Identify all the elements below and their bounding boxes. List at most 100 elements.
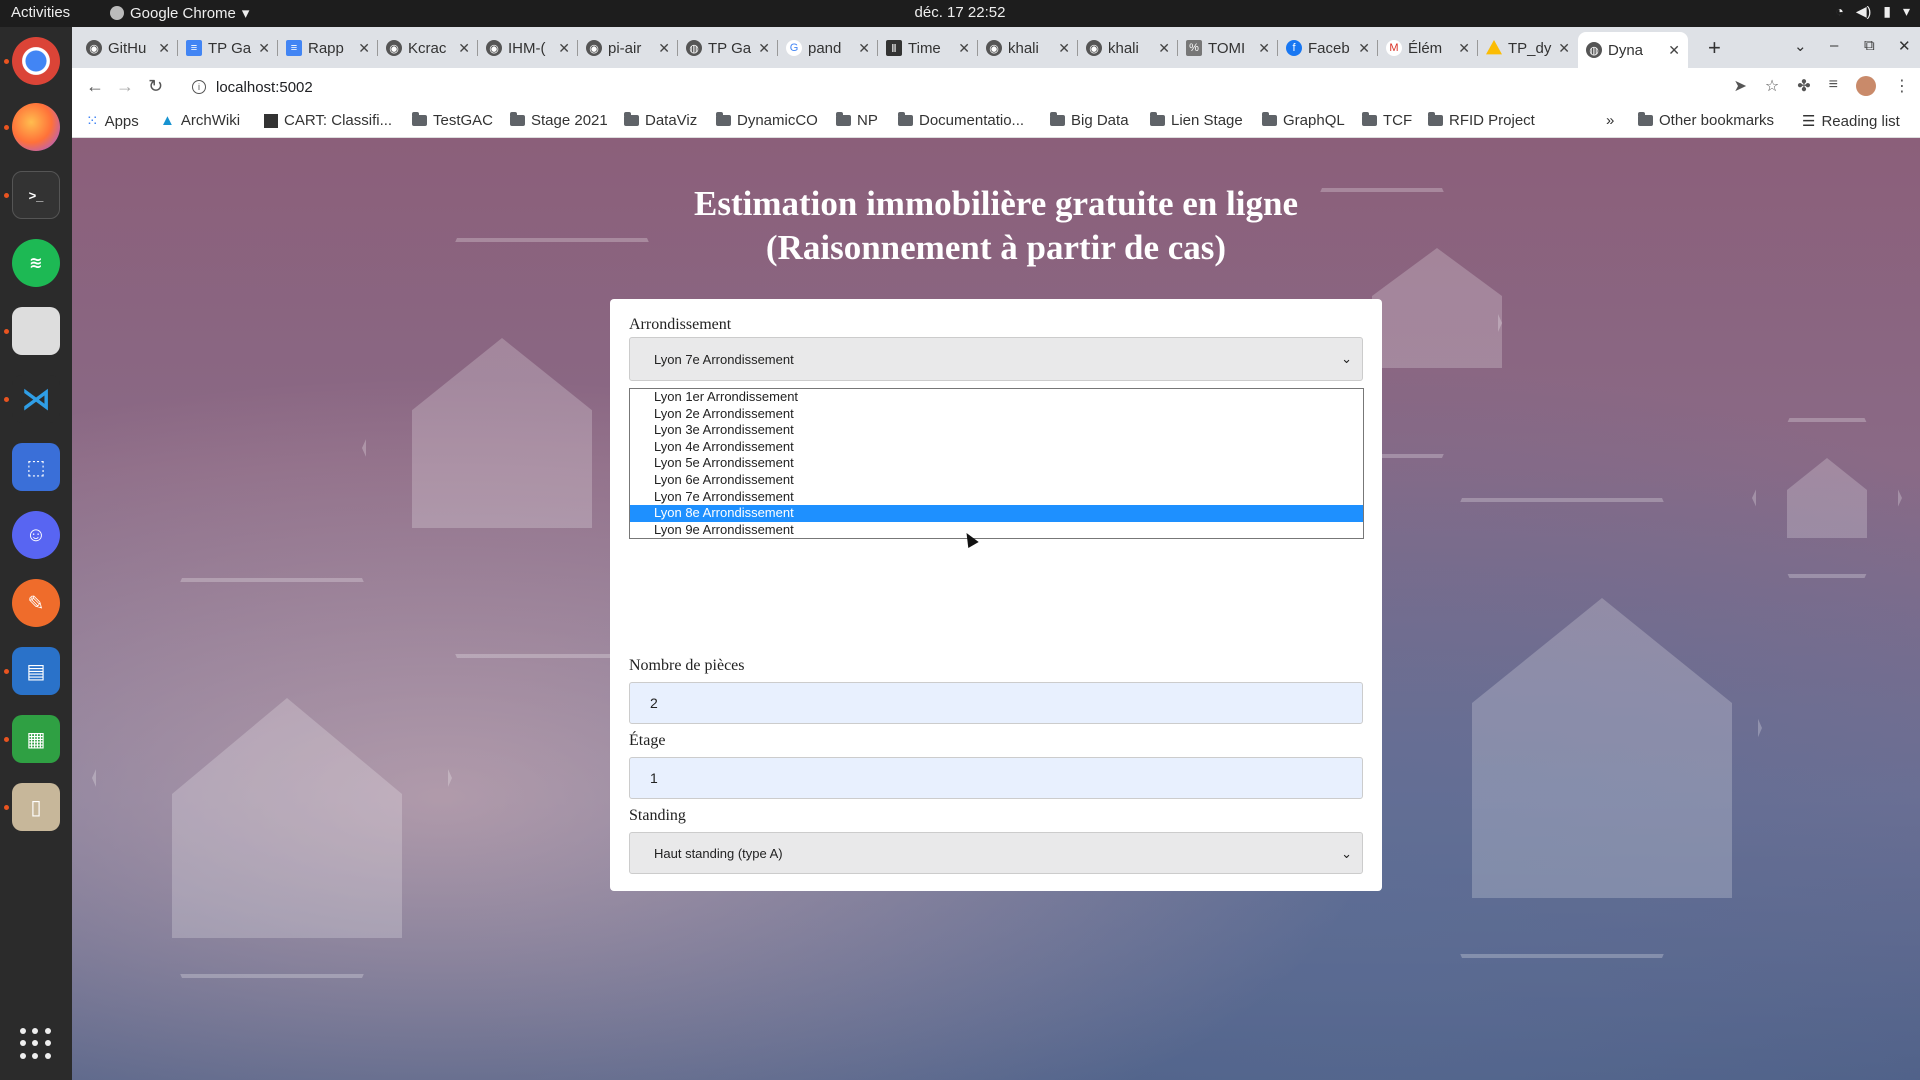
standing-select[interactable]: Haut standing (type A) ⌄ — [629, 832, 1363, 874]
close-tab-icon[interactable]: ✕ — [558, 40, 570, 57]
reading-list[interactable]: ☰ Reading list — [1802, 112, 1900, 131]
bookmark-folder[interactable]: NP — [836, 112, 878, 129]
archive-icon[interactable]: ▯ — [12, 783, 60, 831]
bookmark-cart[interactable]: CART: Classifi... — [264, 112, 392, 129]
tab[interactable]: ◉ GitHu ✕ — [78, 32, 178, 64]
bookmark-archwiki[interactable]: ▲ ArchWiki — [160, 112, 240, 129]
tab[interactable]: ≡ TP Ga ✕ — [178, 32, 278, 64]
system-tray[interactable]: ◔ ◀) ▮ ▾ — [1835, 3, 1910, 20]
close-tab-icon[interactable]: ✕ — [858, 40, 870, 57]
bookmark-star-icon[interactable]: ☆ — [1765, 76, 1779, 96]
dropdown-option[interactable]: Lyon 4e Arrondissement — [630, 439, 1363, 456]
arrondissement-select[interactable]: Lyon 7e Arrondissement ⌄ — [629, 337, 1363, 381]
files-icon[interactable] — [12, 307, 60, 355]
etage-input[interactable]: 1 — [629, 757, 1363, 799]
clock[interactable]: déc. 17 22:52 — [0, 4, 1920, 21]
profile-avatar[interactable] — [1856, 76, 1876, 96]
close-tab-icon[interactable]: ✕ — [1668, 42, 1680, 59]
postman-icon[interactable]: ✎ — [12, 579, 60, 627]
discord-icon[interactable]: ☺ — [12, 511, 60, 559]
close-tab-icon[interactable]: ✕ — [158, 40, 170, 57]
dropdown-option-highlighted[interactable]: Lyon 8e Arrondissement — [630, 505, 1363, 522]
new-tab-button[interactable]: + — [1708, 35, 1721, 61]
spotify-icon[interactable]: ≋ — [12, 239, 60, 287]
close-tab-icon[interactable]: ✕ — [358, 40, 370, 57]
close-tab-icon[interactable]: ✕ — [1058, 40, 1070, 57]
bookmark-folder[interactable]: TCF — [1362, 112, 1412, 129]
forward-icon[interactable]: → — [116, 76, 134, 97]
more-menu-icon[interactable]: ⋮ — [1894, 76, 1910, 96]
bookmarks-bar: ⁙ Apps ▲ ArchWiki CART: Classifi... TestGA… — [72, 106, 1920, 138]
close-tab-icon[interactable]: ✕ — [1458, 40, 1470, 57]
dropdown-option[interactable]: Lyon 9e Arrondissement — [630, 522, 1363, 539]
bookmark-folder[interactable]: Lien Stage — [1150, 112, 1243, 129]
bookmark-folder[interactable]: RFID Project — [1428, 112, 1535, 129]
close-tab-icon[interactable]: ✕ — [658, 40, 670, 57]
folder-icon — [510, 112, 525, 126]
google-icon: G — [786, 40, 802, 56]
send-icon[interactable]: ➤ — [1734, 76, 1747, 96]
bookmark-folder[interactable]: Stage 2021 — [510, 112, 608, 129]
close-tab-icon[interactable]: ✕ — [1258, 40, 1270, 57]
minimize-icon[interactable]: – — [1830, 37, 1838, 54]
dropdown-option[interactable]: Lyon 1er Arrondissement — [630, 389, 1363, 406]
writer-icon[interactable]: ▤ — [12, 647, 60, 695]
screenshot-icon[interactable]: ⬚ — [12, 443, 60, 491]
maximize-icon[interactable]: ⧉ — [1864, 37, 1875, 54]
tab[interactable]: ◍ TP Ga ✕ — [678, 32, 778, 64]
tab[interactable]: ◉ IHM-(✕ — [478, 32, 578, 64]
bookmark-apps[interactable]: ⁙ Apps — [86, 112, 139, 131]
tab[interactable]: Gpand ✕ — [778, 32, 878, 64]
dropdown-option[interactable]: Lyon 7e Arrondissement — [630, 489, 1363, 506]
firefox-icon[interactable] — [12, 103, 60, 151]
tab[interactable]: ◉ khali ✕ — [978, 32, 1078, 64]
tab-active[interactable]: ◍ Dyna ✕ — [1578, 32, 1688, 68]
bookmark-folder[interactable]: Documentatio... — [898, 112, 1024, 129]
dropdown-option[interactable]: Lyon 6e Arrondissement — [630, 472, 1363, 489]
dropdown-option[interactable]: Lyon 5e Arrondissement — [630, 455, 1363, 472]
calc-icon[interactable]: ▦ — [12, 715, 60, 763]
address-bar[interactable]: i localhost:5002 — [180, 71, 1820, 103]
tab[interactable]: ≡ Rapp ✕ — [278, 32, 378, 64]
tab[interactable]: Ⅱ Time ✕ — [878, 32, 978, 64]
tab[interactable]: f Faceb ✕ — [1278, 32, 1378, 64]
tab[interactable]: M Élém ✕ — [1378, 32, 1478, 64]
close-tab-icon[interactable]: ✕ — [258, 40, 270, 57]
reload-icon[interactable]: ↻ — [148, 76, 163, 97]
close-tab-icon[interactable]: ✕ — [758, 40, 770, 57]
extensions-icon[interactable]: ✤ — [1797, 76, 1810, 96]
browser-toolbar: ← → ↻ i localhost:5002 ➤ ☆ ✤ ≡ ⋮ — [72, 68, 1920, 106]
close-window-icon[interactable]: ✕ — [1898, 37, 1911, 55]
running-indicator — [4, 669, 9, 674]
bookmark-folder[interactable]: DynamicCO — [716, 112, 818, 129]
media-icon[interactable]: ≡ — [1829, 76, 1838, 96]
gmail-icon: M — [1386, 40, 1402, 56]
bookmark-folder[interactable]: DataViz — [624, 112, 697, 129]
tab[interactable]: % TOMI ✕ — [1178, 32, 1278, 64]
tab[interactable]: ◉ Kcrac ✕ — [378, 32, 478, 64]
show-apps-icon[interactable] — [20, 1028, 52, 1060]
tab[interactable]: ◉ khali ✕ — [1078, 32, 1178, 64]
back-icon[interactable]: ← — [86, 76, 104, 97]
tab[interactable]: TP_dy ✕ — [1478, 32, 1578, 64]
tab[interactable]: ◉ pi-air ✕ — [578, 32, 678, 64]
close-tab-icon[interactable]: ✕ — [1158, 40, 1170, 57]
dropdown-option[interactable]: Lyon 2e Arrondissement — [630, 406, 1363, 423]
tab-search-icon[interactable]: ⌄ — [1794, 37, 1807, 55]
other-bookmarks[interactable]: Other bookmarks — [1638, 112, 1774, 129]
close-tab-icon[interactable]: ✕ — [1558, 40, 1570, 57]
vscode-icon[interactable]: ⋊ — [12, 375, 60, 423]
bookmark-folder[interactable]: TestGAC — [412, 112, 493, 129]
arrondissement-dropdown-list[interactable]: Lyon 1er Arrondissement Lyon 2e Arrondis… — [629, 388, 1364, 539]
bookmark-folder[interactable]: GraphQL — [1262, 112, 1345, 129]
pieces-input[interactable]: 2 — [629, 682, 1363, 724]
close-tab-icon[interactable]: ✕ — [458, 40, 470, 57]
site-info-icon[interactable]: i — [192, 80, 206, 94]
bookmark-folder[interactable]: Big Data — [1050, 112, 1129, 129]
close-tab-icon[interactable]: ✕ — [958, 40, 970, 57]
terminal-icon[interactable]: >_ — [12, 171, 60, 219]
chrome-icon[interactable] — [12, 37, 60, 85]
dropdown-option[interactable]: Lyon 3e Arrondissement — [630, 422, 1363, 439]
close-tab-icon[interactable]: ✕ — [1358, 40, 1370, 57]
bookmarks-overflow[interactable]: » — [1606, 112, 1614, 129]
